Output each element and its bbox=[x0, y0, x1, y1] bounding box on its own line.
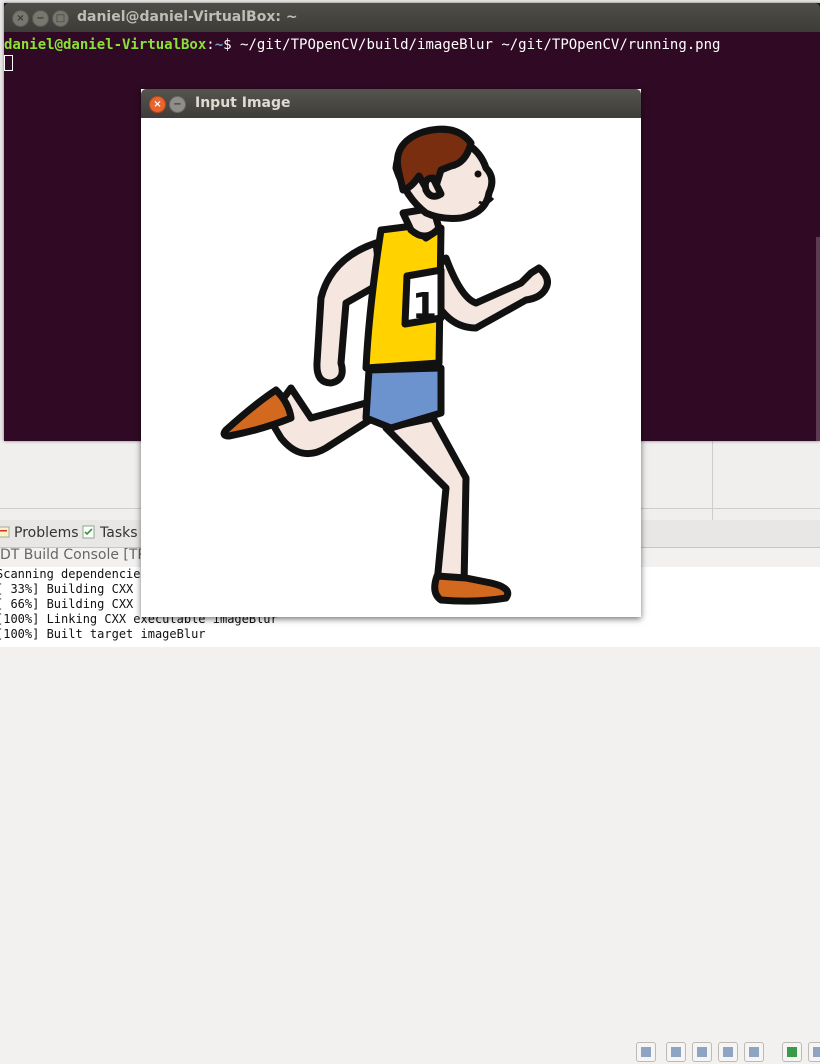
terminal-minimize-button[interactable]: − bbox=[32, 10, 49, 27]
display-console-button[interactable] bbox=[808, 1042, 820, 1062]
image-window-close-button[interactable]: × bbox=[149, 96, 166, 113]
problems-icon bbox=[0, 525, 10, 539]
terminal-titlebar[interactable]: × − □ daniel@daniel-VirtualBox: ~ bbox=[4, 3, 820, 32]
tasks-icon bbox=[82, 525, 96, 539]
terminal-maximize-button[interactable]: □ bbox=[52, 10, 69, 27]
bib-number: 1 bbox=[412, 286, 437, 327]
image-window-title: Input Image bbox=[195, 95, 291, 111]
prompt-symbol: $ bbox=[223, 37, 241, 53]
tab-problems[interactable]: Problems bbox=[0, 525, 79, 541]
console-line: [ 66%] Building CXX bbox=[0, 597, 134, 611]
console-line: Scanning dependencie bbox=[0, 567, 141, 581]
image-window-titlebar[interactable]: × − Input Image bbox=[141, 89, 641, 118]
console-toolbar-button[interactable] bbox=[636, 1042, 656, 1062]
terminal-cursor bbox=[4, 55, 13, 71]
image-window-minimize-button[interactable]: − bbox=[169, 96, 186, 113]
runner-illustration: 1 bbox=[220, 125, 551, 605]
terminal-close-button[interactable]: × bbox=[12, 10, 29, 27]
tab-tasks[interactable]: Tasks bbox=[82, 525, 138, 541]
prompt-separator: : bbox=[206, 37, 215, 53]
terminal-scrollbar[interactable] bbox=[816, 237, 820, 441]
tab-tasks-label: Tasks bbox=[100, 525, 138, 541]
input-image-window: × − Input Image 1 bbox=[141, 89, 641, 617]
prompt-command: ~/git/TPOpenCV/build/imageBlur ~/git/TPO… bbox=[240, 37, 721, 53]
terminal-title: daniel@daniel-VirtualBox: ~ bbox=[77, 9, 298, 25]
prompt-path: ~ bbox=[214, 37, 224, 53]
console-line: [100%] Built target imageBlur bbox=[0, 627, 206, 641]
console-line: [ 33%] Building CXX bbox=[0, 582, 134, 596]
word-wrap-button[interactable] bbox=[718, 1042, 738, 1062]
scroll-lock-button[interactable] bbox=[692, 1042, 712, 1062]
remove-launch-button[interactable] bbox=[744, 1042, 764, 1062]
image-canvas: 1 bbox=[141, 118, 641, 617]
prompt-user: daniel@daniel-VirtualBox bbox=[4, 37, 207, 53]
prompt-line: daniel@daniel-VirtualBox:~$ ~/git/TPOpen… bbox=[4, 36, 720, 54]
open-console-button[interactable] bbox=[782, 1042, 802, 1062]
tab-problems-label: Problems bbox=[14, 525, 79, 541]
clear-console-button[interactable] bbox=[666, 1042, 686, 1062]
